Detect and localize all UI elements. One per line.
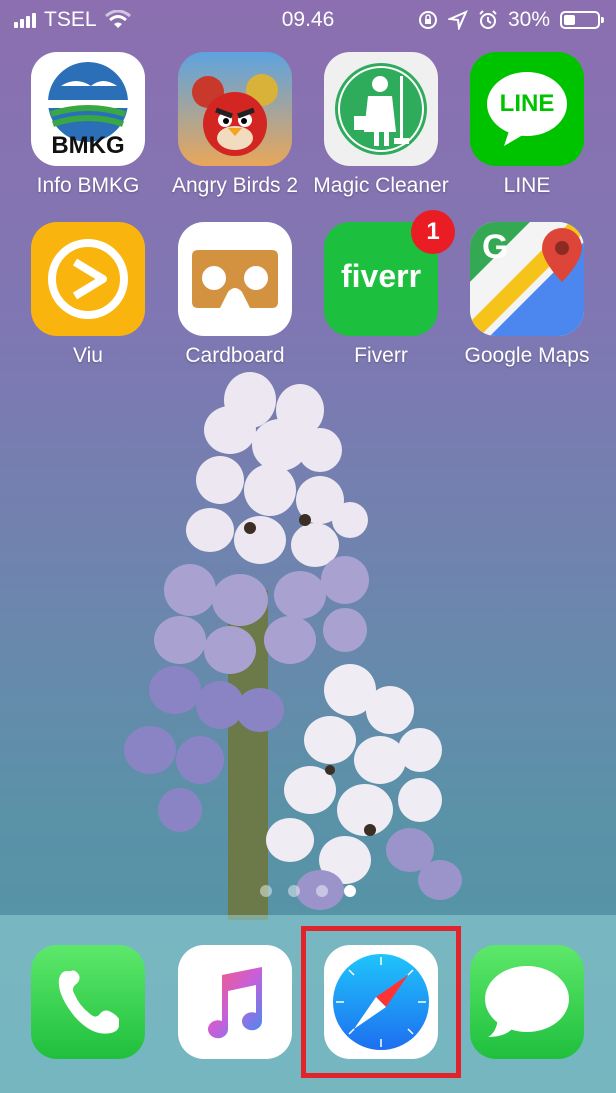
rotation-lock-icon [418,11,437,29]
phone-icon [31,945,145,1059]
app-label: Viu [73,344,103,367]
line-icon: LINE [470,52,584,166]
app-angry-birds-2[interactable]: Angry Birds 2 [161,52,309,198]
wallpaper-flower [124,372,462,920]
angry-birds-icon [178,52,292,166]
app-label: LINE [503,174,551,197]
status-right: 30% [418,8,604,32]
google-g-text: G [482,228,509,266]
page-indicator[interactable] [0,885,616,897]
music-icon [178,945,292,1059]
app-fiverr[interactable]: fiverr 1 Fiverr [307,210,455,368]
page-dot [260,885,272,897]
battery-icon [560,11,604,29]
app-line[interactable]: LINE LINE [453,52,601,198]
bmkg-icon: BMKG [31,52,145,166]
app-magic-cleaner[interactable]: Magic Cleaner [307,52,455,198]
app-cardboard[interactable]: Cardboard [161,222,309,368]
viu-icon [31,222,145,336]
app-info-bmkg[interactable]: BMKG Info BMKG [14,52,162,198]
safari-highlight-box [301,926,461,1078]
alarm-icon [479,10,497,29]
bmkg-logo-text: BMKG [51,132,125,159]
messages-icon [470,945,584,1059]
dock-app-messages[interactable] [453,945,601,1059]
app-label: Info BMKG [36,174,140,197]
notification-badge: 1 [411,210,455,254]
dock-app-music[interactable] [161,945,309,1059]
app-viu[interactable]: Viu [14,222,162,368]
cardboard-icon [178,222,292,336]
line-logo-text: LINE [499,90,555,117]
app-label: Magic Cleaner [313,174,449,197]
app-label: Fiverr [354,344,408,367]
google-maps-icon: G [470,222,584,336]
fiverr-logo-text: fiverr [340,258,422,294]
app-label: Cardboard [185,344,285,367]
status-bar: TSEL 09.46 30% [0,0,616,40]
location-icon [447,10,468,30]
app-label: Google Maps [464,344,590,367]
app-label: Angry Birds 2 [171,174,299,197]
magic-cleaner-icon [324,52,438,166]
battery-percent: 30% [507,8,550,31]
app-google-maps[interactable]: G Google Maps [453,222,601,368]
dock-app-phone[interactable] [14,945,162,1059]
page-dot [288,885,300,897]
page-dot [316,885,328,897]
page-dot-active [344,885,356,897]
